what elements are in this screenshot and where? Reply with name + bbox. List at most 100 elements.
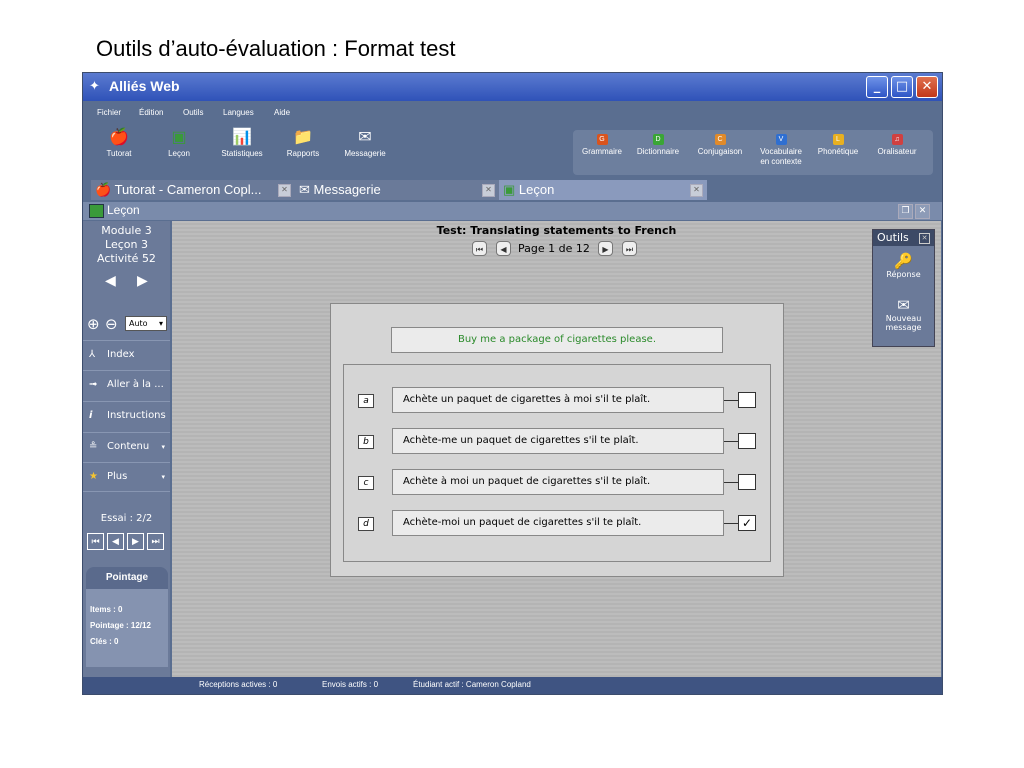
zoom-in-icon[interactable]: ⊕ <box>87 315 100 333</box>
toolbar-statistiques-button[interactable]: 📊 Statistiques <box>213 127 271 158</box>
toolbar-tutorat-button[interactable]: 🍎 Tutorat <box>97 127 141 158</box>
connector-line <box>724 400 738 401</box>
answer-row: d Achète-moi un paquet de cigarettes s'i… <box>344 510 772 538</box>
answer-row: c Achète à moi un paquet de cigarettes s… <box>344 469 772 497</box>
chevron-down-icon: ▾ <box>158 319 163 328</box>
answer-letter: d <box>358 517 374 531</box>
attempt-first-button[interactable]: ⏮ <box>87 533 104 550</box>
maximize-button[interactable]: □ <box>891 76 913 98</box>
zoom-select[interactable]: Auto ▾ <box>125 316 167 331</box>
toolbar-vocabulaire-button[interactable]: V Vocabulaire en contexte <box>753 134 809 167</box>
main-toolbar: 🍎 Tutorat ▣ Leçon 📊 Statistiques 📁 Rappo… <box>83 127 413 173</box>
toolbar-oralisateur-button[interactable]: ♫ Oralisateur <box>867 134 927 157</box>
activity-label: Activité 52 <box>97 252 156 265</box>
attempt-last-button[interactable]: ⏭ <box>147 533 164 550</box>
question-prompt: Buy me a package of cigarettes please. <box>391 327 723 353</box>
left-navigation-panel: Module 3 Leçon 3 Activité 52 ◀ ▶ ⊕ ⊖ Aut… <box>83 221 170 677</box>
score-items: Items : 0 <box>90 605 123 614</box>
nav-label: Index <box>107 349 135 360</box>
nav-plus[interactable]: ★ Plus ▾ <box>83 462 170 492</box>
minimize-button[interactable]: _ <box>866 76 888 98</box>
tab-label: Messagerie <box>313 182 381 197</box>
connector-line <box>724 482 738 483</box>
tab-lecon[interactable]: ▣ Leçon ✕ <box>499 180 707 200</box>
toolbar-conjugaison-button[interactable]: C Conjugaison <box>691 134 749 157</box>
status-student: Étudiant actif : Cameron Copland <box>413 680 531 689</box>
next-page-button[interactable]: ▶ <box>598 241 613 256</box>
grammar-icon: G <box>596 134 608 145</box>
attempt-prev-button[interactable]: ◀ <box>107 533 124 550</box>
toolbar-phonetique-button[interactable]: L Phonétique <box>811 134 865 157</box>
score-points: Pointage : 12/12 <box>90 621 151 630</box>
menu-aide[interactable]: Aide <box>274 108 290 117</box>
info-icon: i <box>89 410 93 421</box>
tab-close-icon[interactable]: ✕ <box>482 184 495 197</box>
star-icon: ★ <box>89 471 98 482</box>
tools-reponse-button[interactable]: 🔑 Réponse <box>873 252 934 279</box>
answer-checkbox[interactable] <box>738 392 756 408</box>
next-activity-button[interactable]: ▶ <box>137 273 148 289</box>
menu-fichier[interactable]: Fichier <box>97 108 121 117</box>
attempt-label: Essai : 2/2 <box>100 513 153 524</box>
goto-arrow-icon: ➟ <box>89 379 98 390</box>
menu-langues[interactable]: Langues <box>223 108 254 117</box>
toolbar-lecon-button[interactable]: ▣ Leçon <box>159 127 199 158</box>
answer-row: b Achète-me un paquet de cigarettes s'il… <box>344 428 772 456</box>
apple-icon: 🍎 <box>95 182 112 197</box>
prev-page-button[interactable]: ◀ <box>496 241 511 256</box>
lesson-board-icon <box>89 204 104 218</box>
answer-checkbox[interactable] <box>738 433 756 449</box>
app-window: ✦ Alliés Web _ □ ✕ Fichier Édition Outil… <box>82 72 943 695</box>
answer-list: a Achète un paquet de cigarettes à moi s… <box>343 364 771 562</box>
lesson-board-icon: ▣ <box>171 129 187 146</box>
tab-close-icon[interactable]: ✕ <box>278 184 291 197</box>
module-label: Module 3 <box>101 224 152 237</box>
menu-outils[interactable]: Outils <box>183 108 203 117</box>
prev-activity-button[interactable]: ◀ <box>105 273 116 289</box>
apple-icon: 🍎 <box>109 129 129 146</box>
close-icon[interactable]: ✕ <box>919 233 930 244</box>
tools-panel-header: Outils ✕ <box>873 230 934 246</box>
toolbar-rapports-button[interactable]: 📁 Rapports <box>281 127 325 158</box>
toolbar-label: Messagerie <box>344 149 386 158</box>
answer-checkbox[interactable]: ✓ <box>738 515 756 531</box>
nav-instructions[interactable]: i Instructions <box>83 401 170 431</box>
tab-close-icon[interactable]: ✕ <box>690 184 703 197</box>
answer-checkbox[interactable] <box>738 474 756 490</box>
reports-folder-icon: 📁 <box>293 129 313 146</box>
chevron-down-icon: ▾ <box>161 443 165 451</box>
nav-index[interactable]: ⅄ Index <box>83 340 170 370</box>
menu-edition[interactable]: Édition <box>139 108 163 117</box>
lesson-header-title: Leçon <box>107 203 140 217</box>
speaker-icon: ♫ <box>891 134 903 145</box>
nav-contenu[interactable]: ≗ Contenu ▾ <box>83 432 170 462</box>
close-button[interactable]: ✕ <box>916 76 938 98</box>
tools-panel-title: Outils <box>877 231 909 244</box>
attempt-next-button[interactable]: ▶ <box>127 533 144 550</box>
lesson-header-bar: Leçon ❐ ✕ <box>83 202 942 220</box>
restore-icon[interactable]: ❐ <box>898 204 913 219</box>
stats-icon: 📊 <box>232 129 252 146</box>
title-bar[interactable]: ✦ Alliés Web _ □ ✕ <box>83 73 942 101</box>
close-icon[interactable]: ✕ <box>915 204 930 219</box>
first-page-button[interactable]: ⏮ <box>472 241 487 256</box>
toolbar-dictionnaire-button[interactable]: D Dictionnaire <box>629 134 687 157</box>
last-page-button[interactable]: ⏭ <box>622 241 637 256</box>
vocabulary-icon: V <box>775 134 787 145</box>
connector-line <box>724 441 738 442</box>
toolbar-grammaire-button[interactable]: G Grammaire <box>577 134 627 157</box>
answer-text: Achète-moi un paquet de cigarettes s'il … <box>392 510 724 536</box>
toolbar-label: Oralisateur <box>877 147 917 156</box>
zoom-out-icon[interactable]: ⊖ <box>105 315 118 333</box>
zoom-value: Auto <box>129 319 148 328</box>
tab-tutorat[interactable]: 🍎 Tutorat - Cameron Copl... ✕ <box>91 180 295 200</box>
tab-messagerie[interactable]: ✉ Messagerie ✕ <box>295 180 499 200</box>
status-bar: Réceptions actives : 0 Envois actifs : 0… <box>83 677 942 694</box>
toolbar-messagerie-button[interactable]: ✉ Messagerie <box>337 127 393 158</box>
toolbar-label: Leçon <box>168 149 190 158</box>
toolbar-label-2: en contexte <box>760 157 802 166</box>
nav-goto[interactable]: ➟ Aller à la ... <box>83 370 170 400</box>
tools-new-message-button[interactable]: ✉ Nouveau message <box>873 296 934 332</box>
tools-label: Réponse <box>886 270 921 279</box>
answer-letter: b <box>358 435 374 449</box>
